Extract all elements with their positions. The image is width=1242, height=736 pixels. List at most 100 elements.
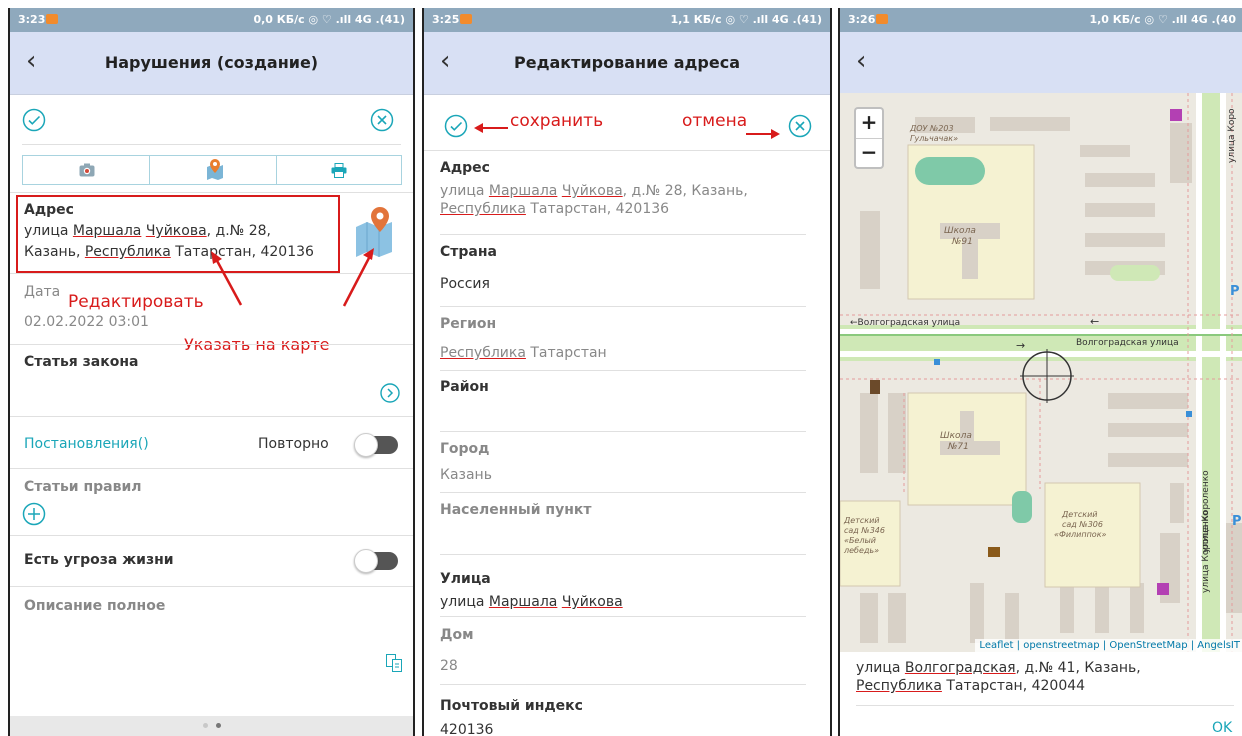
map-view[interactable]: ДОУ №203 Гульчачак» Школа №91 ←Волгоград… [840,93,1242,652]
address-line-2[interactable]: Казань, Республика Татарстан, 420136 [24,244,314,260]
print-button[interactable] [276,155,402,185]
locality-label: Населенный пункт [440,502,592,518]
postal-code-label: Почтовый индекс [440,698,583,714]
address-text: Чуйкова [561,183,623,199]
screen-address-edit: 3:25 1,1 КБ/с ◎ ♡ .ıll 4G .(41) ‹ Редакт… [422,8,832,736]
app-bar: ‹ Нарушения (создание) [10,32,413,95]
divider [440,492,806,493]
street-label: Улица [440,571,491,587]
map-label: ДОУ №203 [909,124,954,133]
annotation-save: сохранить [510,111,604,131]
address-label: Адрес [440,160,490,176]
house-value[interactable]: 28 [440,658,458,674]
divider [440,306,806,307]
picked-address-line-1: улица Волгоградская, д.№ 41, Казань, [856,660,1141,676]
zoom-out-button[interactable]: − [856,139,882,168]
add-circle-icon[interactable] [22,502,46,526]
country-value[interactable]: Россия [440,276,490,292]
paste-clipboard-icon[interactable] [386,654,402,672]
divider [440,370,806,371]
bottom-pager [10,716,413,736]
address-text: Маршала [72,223,142,239]
address-text: Республика [856,678,942,694]
resolutions-link[interactable]: Постановления() [24,436,149,452]
map-label: P [1230,284,1240,299]
divider [10,416,413,417]
divider [10,535,413,536]
address-text: улица [856,660,905,676]
app-bar: ‹ [840,32,1242,95]
map-label: улица Короленко [1201,510,1211,593]
chevron-right-icon[interactable] [380,383,400,403]
back-icon[interactable]: ‹ [856,48,866,74]
map-label: P [1232,514,1242,529]
divider [440,616,806,617]
map-label: сад №306 [1062,520,1103,529]
region-text: Татарстан [525,345,607,361]
region-value[interactable]: Республика Татарстан [440,345,607,361]
locality-field-underline[interactable] [440,554,806,555]
cancel-x-icon[interactable] [788,114,812,138]
page-dot-active [216,723,221,728]
status-time: 3:26 [848,13,876,26]
life-threat-label: Есть угроза жизни [24,552,174,568]
rules-articles-label: Статьи правил [24,479,142,495]
description-label: Описание полное [24,598,166,614]
page-title: Нарушения (создание) [104,53,319,72]
address-text: Чуйкова [145,223,207,239]
address-text: Татарстан, 420044 [941,678,1086,694]
country-label: Страна [440,244,497,260]
annotation-arrow-cancel [746,129,780,139]
city-value[interactable]: Казань [440,467,492,483]
camera-icon [79,163,95,177]
law-article-label: Статья закона [24,354,139,370]
divider [10,344,413,345]
map-label: №71 [947,442,969,452]
street-text: Чуйкова [561,594,623,610]
repeat-label: Повторно [258,436,329,452]
status-indicators: 1,1 КБ/с ◎ ♡ .ıll 4G .(41) [670,13,822,26]
divider [10,468,413,469]
map-label: Детский [843,516,879,525]
map-pin-button[interactable] [149,155,277,185]
address-line-1[interactable]: улица Маршала Чуйкова, д.№ 28, Казань, [440,183,748,199]
save-check-icon[interactable] [444,114,468,138]
address-text: Волгоградская [904,660,1016,676]
notification-icon [876,14,888,24]
status-bar: 3:26 1,0 КБ/с ◎ ♡ .ıll 4G .(40 [840,8,1242,32]
map-label: ←Волгоградская улица [850,318,960,328]
region-label: Регион [440,316,497,332]
zoom-in-button[interactable]: + [856,109,882,139]
address-line-2[interactable]: Республика Татарстан, 420136 [440,201,669,217]
address-line-1[interactable]: улица Маршала Чуйкова, д.№ 28, [24,223,271,239]
map-attribution[interactable]: Leaflet | openstreetmap | OpenStreetMap … [975,639,1242,652]
address-label: Адрес [24,202,74,218]
cancel-x-icon[interactable] [370,108,394,132]
date-value[interactable]: 02.02.2022 03:01 [24,314,149,330]
annotation-cancel: отмена [682,111,748,131]
street-value[interactable]: улица Маршала Чуйкова [440,594,623,610]
life-threat-toggle[interactable] [354,549,398,573]
map-label: Детский [1061,510,1097,519]
printer-icon [331,163,347,178]
toggle-knob [354,549,378,573]
district-label: Район [440,379,489,395]
district-field-underline[interactable] [440,431,806,432]
city-label: Город [440,441,490,457]
address-text: Татарстан, 420136 [525,201,670,217]
annotation-arrow-map [342,248,374,307]
screen-map-picker: 3:26 1,0 КБ/с ◎ ♡ .ıll 4G .(40 ‹ ДОУ №20… [838,8,1242,736]
map-label: сад №346 [844,526,885,535]
confirm-check-icon[interactable] [22,108,46,132]
ok-button[interactable]: OK [1212,720,1232,736]
toggle-knob [354,433,378,457]
annotation-arrow-save [474,123,508,133]
postal-code-value[interactable]: 420136 [440,722,493,736]
annotation-arrow-edit [211,251,243,306]
divider [10,586,413,587]
status-indicators: 1,0 КБ/с ◎ ♡ .ıll 4G .(40 [1089,13,1236,26]
camera-button[interactable] [22,155,150,185]
repeat-toggle[interactable] [354,433,398,457]
annotation-edit: Редактировать [68,292,204,312]
zoom-control: + − [854,107,884,169]
